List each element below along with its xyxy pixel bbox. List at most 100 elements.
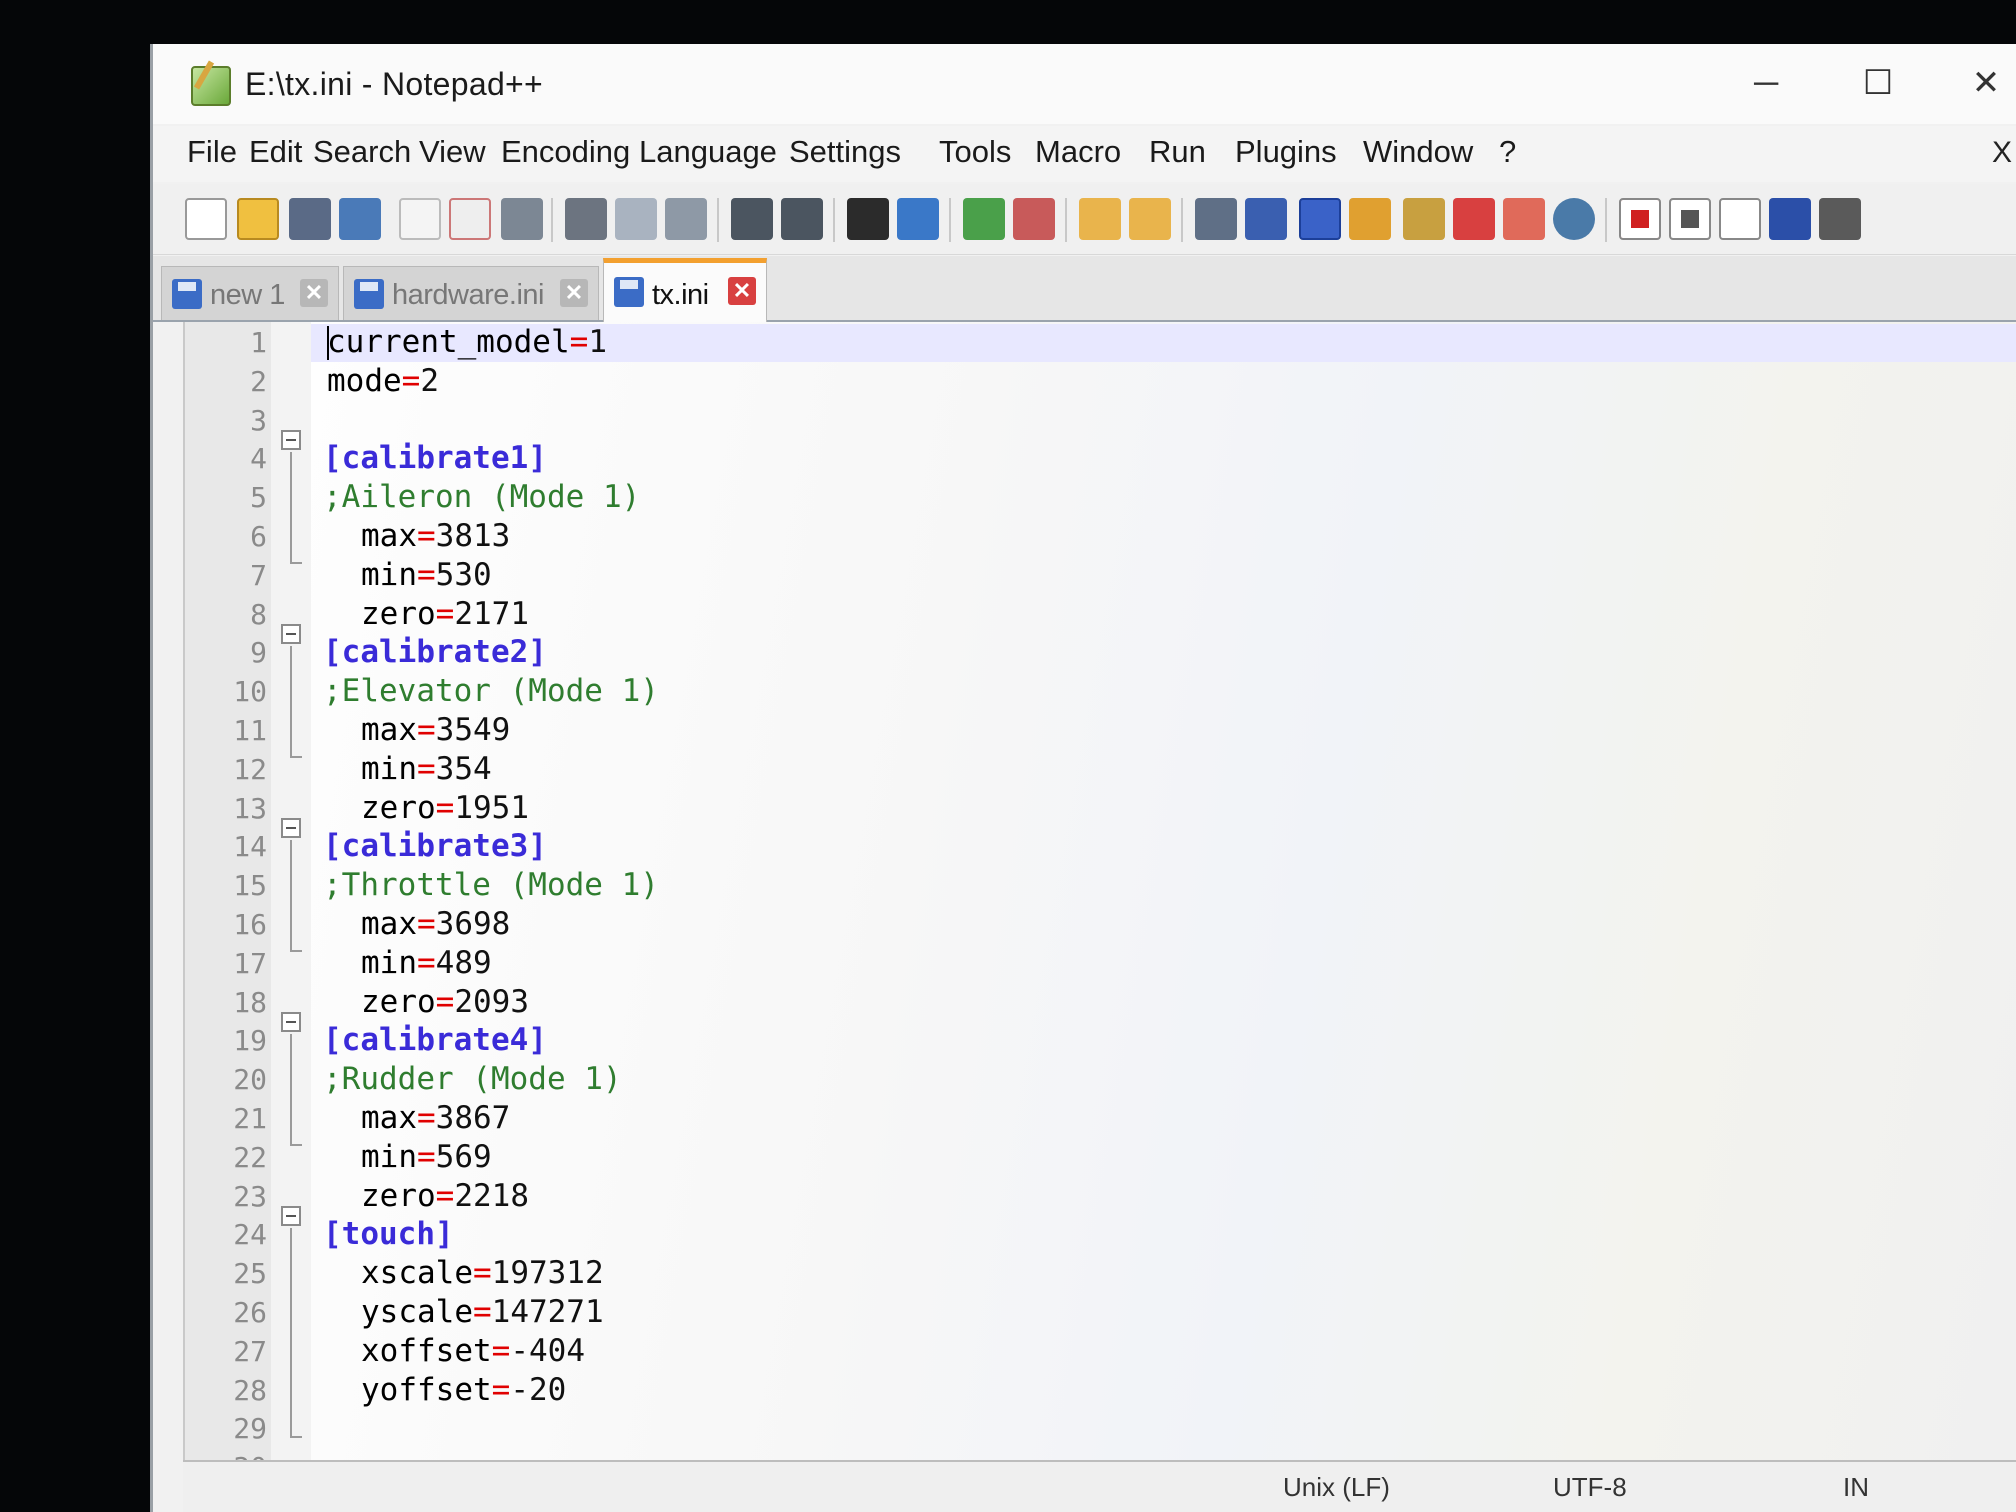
editor-area[interactable]: 1 2 3 4 5 6 7 8 9 10 11 12 13 14 15 16 1… (183, 322, 2016, 1504)
tab-hardware-ini[interactable]: hardware.ini ✕ (343, 266, 599, 320)
copy-icon[interactable] (615, 198, 657, 240)
tab-close-icon[interactable]: ✕ (560, 279, 588, 307)
open-file-icon[interactable] (237, 198, 279, 240)
record-macro-icon[interactable] (1619, 198, 1661, 240)
fold-toggle-calibrate4[interactable] (281, 1012, 301, 1032)
document-list-icon[interactable] (1503, 198, 1545, 240)
fold-end (290, 756, 302, 758)
document-map-icon[interactable] (1403, 198, 1445, 240)
fold-toggle-calibrate1[interactable] (281, 430, 301, 450)
line-number: 12 (233, 753, 267, 786)
code-line: zero=1951 (361, 790, 529, 826)
playback-macro-icon[interactable] (1719, 198, 1761, 240)
line-number: 13 (233, 792, 267, 825)
ini-key: max (361, 518, 417, 554)
code-line: [calibrate1] (323, 440, 547, 476)
tab-close-icon[interactable]: ✕ (728, 277, 756, 305)
code-line: ;Throttle (Mode 1) (323, 867, 659, 903)
minimize-button[interactable]: ─ (1736, 58, 1796, 108)
zoom-in-icon[interactable] (963, 198, 1005, 240)
ini-comment: ;Elevator (Mode 1) (323, 673, 659, 709)
menu-file[interactable]: File (187, 134, 237, 170)
line-number: 27 (233, 1335, 267, 1368)
save-all-icon[interactable] (339, 198, 381, 240)
toolbar-separator (551, 198, 553, 242)
word-wrap-icon[interactable] (1195, 198, 1237, 240)
toolbar-separator (949, 198, 951, 242)
tab-tx-ini[interactable]: tx.ini ✕ (603, 258, 767, 322)
replace-icon[interactable] (897, 198, 939, 240)
ini-key: mode (327, 363, 402, 399)
folder-as-workspace-icon[interactable] (1349, 198, 1391, 240)
show-all-characters-icon[interactable] (1245, 198, 1287, 240)
new-file-icon[interactable] (185, 198, 227, 240)
code-line: ;Aileron (Mode 1) (323, 479, 640, 515)
close-all-icon[interactable] (449, 198, 491, 240)
sync-horizontal-icon[interactable] (1129, 198, 1171, 240)
tab-new-1[interactable]: new 1 ✕ (161, 266, 339, 320)
close-button[interactable]: ✕ (1956, 58, 2016, 108)
function-list-icon[interactable] (1453, 198, 1495, 240)
menu-edit[interactable]: Edit (249, 134, 302, 170)
paste-icon[interactable] (665, 198, 707, 240)
status-encoding[interactable]: UTF-8 (1553, 1472, 1627, 1503)
save-macro-icon[interactable] (1819, 198, 1861, 240)
line-number: 15 (233, 869, 267, 902)
ini-section: [touch] (323, 1216, 454, 1252)
line-number: 2 (250, 365, 267, 398)
fold-toggle-calibrate3[interactable] (281, 818, 301, 838)
code-line: yoffset=-20 (361, 1372, 567, 1408)
line-number: 3 (250, 404, 267, 437)
line-number: 29 (233, 1412, 267, 1445)
ini-value: 2218 (454, 1178, 529, 1214)
line-number: 11 (233, 714, 267, 747)
tab-close-icon[interactable]: ✕ (300, 279, 328, 307)
run-macro-multiple-icon[interactable] (1769, 198, 1811, 240)
undo-icon[interactable] (731, 198, 773, 240)
line-number: 10 (233, 675, 267, 708)
line-number: 26 (233, 1296, 267, 1329)
zoom-out-icon[interactable] (1013, 198, 1055, 240)
fold-toggle-calibrate2[interactable] (281, 624, 301, 644)
menu-encoding[interactable]: Encoding (501, 134, 630, 170)
menu-tools[interactable]: Tools (939, 134, 1011, 170)
sync-vertical-icon[interactable] (1079, 198, 1121, 240)
maximize-button[interactable]: ☐ (1848, 58, 1908, 108)
ini-key: min (361, 751, 417, 787)
ini-value: 2 (420, 363, 439, 399)
save-icon[interactable] (289, 198, 331, 240)
menu-run[interactable]: Run (1149, 134, 1206, 170)
line-number: 7 (250, 559, 267, 592)
menu-view[interactable]: View (419, 134, 486, 170)
ini-value: 489 (435, 945, 492, 981)
ini-value: 3549 (435, 712, 511, 748)
menu-search[interactable]: Search (313, 134, 411, 170)
menu-settings[interactable]: Settings (789, 134, 901, 170)
ini-value: 3698 (435, 906, 511, 942)
print-icon[interactable] (501, 198, 543, 240)
fold-toggle-touch[interactable] (281, 1206, 301, 1226)
status-bar: Unix (LF) UTF-8 IN (183, 1460, 2016, 1512)
code-line: [calibrate4] (323, 1022, 547, 1058)
status-insert-mode[interactable]: IN (1843, 1472, 1869, 1503)
stop-recording-icon[interactable] (1669, 198, 1711, 240)
fold-line (290, 452, 292, 562)
monitoring-eye-icon[interactable] (1553, 198, 1595, 240)
redo-icon[interactable] (781, 198, 823, 240)
menu-macro[interactable]: Macro (1035, 134, 1121, 170)
code-line: zero=2171 (361, 596, 529, 632)
menu-help[interactable]: ? (1499, 134, 1516, 170)
notepadpp-app-icon (191, 66, 231, 106)
menu-window[interactable]: Window (1363, 134, 1473, 170)
ini-value: -20 (510, 1372, 567, 1408)
find-icon[interactable] (847, 198, 889, 240)
close-document-x[interactable]: X (1992, 136, 2012, 170)
status-eol[interactable]: Unix (LF) (1283, 1472, 1390, 1503)
ini-value: 3867 (435, 1100, 511, 1136)
ini-key: yscale (361, 1294, 473, 1330)
menu-plugins[interactable]: Plugins (1235, 134, 1337, 170)
close-file-icon[interactable] (399, 198, 441, 240)
menu-language[interactable]: Language (639, 134, 777, 170)
cut-icon[interactable] (565, 198, 607, 240)
indent-guide-icon[interactable] (1299, 198, 1341, 240)
